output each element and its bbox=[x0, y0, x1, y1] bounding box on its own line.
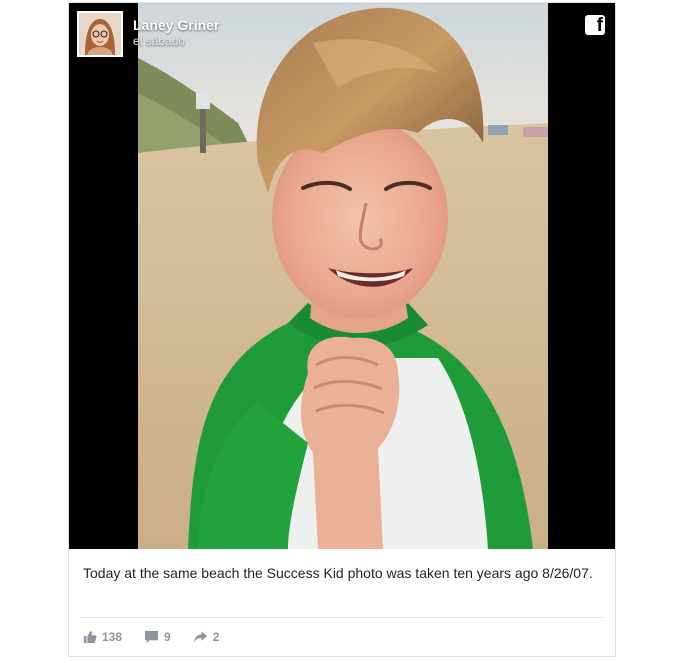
author-avatar[interactable] bbox=[77, 11, 123, 57]
divider bbox=[81, 617, 603, 618]
share-icon bbox=[193, 631, 207, 643]
comments-count: 9 bbox=[164, 630, 171, 644]
shares-stat[interactable]: 2 bbox=[193, 630, 220, 644]
author-info: Laney Griner el sábado bbox=[133, 17, 219, 49]
post-caption: Today at the same beach the Success Kid … bbox=[83, 565, 593, 581]
shares-count: 2 bbox=[212, 630, 220, 644]
likes-count: 138 bbox=[102, 630, 123, 644]
post-timestamp[interactable]: el sábado bbox=[133, 33, 219, 49]
facebook-f-glyph: f bbox=[596, 15, 603, 35]
facebook-icon[interactable]: f bbox=[585, 15, 605, 35]
author-name[interactable]: Laney Griner bbox=[133, 17, 219, 33]
avatar-image bbox=[79, 13, 121, 55]
engagement-bar: 138 9 2 bbox=[83, 630, 241, 644]
post-header: Laney Griner el sábado bbox=[77, 11, 219, 61]
facebook-post-embed: Laney Griner el sábado f Today at the sa… bbox=[68, 2, 616, 657]
comment-icon bbox=[144, 630, 159, 644]
post-photo-container[interactable]: Laney Griner el sábado f bbox=[69, 3, 615, 549]
comments-stat[interactable]: 9 bbox=[144, 630, 171, 644]
beach-boy-photo bbox=[138, 3, 548, 549]
post-photo[interactable] bbox=[138, 3, 548, 549]
thumbs-up-icon bbox=[83, 631, 97, 644]
likes-stat[interactable]: 138 bbox=[83, 630, 122, 644]
